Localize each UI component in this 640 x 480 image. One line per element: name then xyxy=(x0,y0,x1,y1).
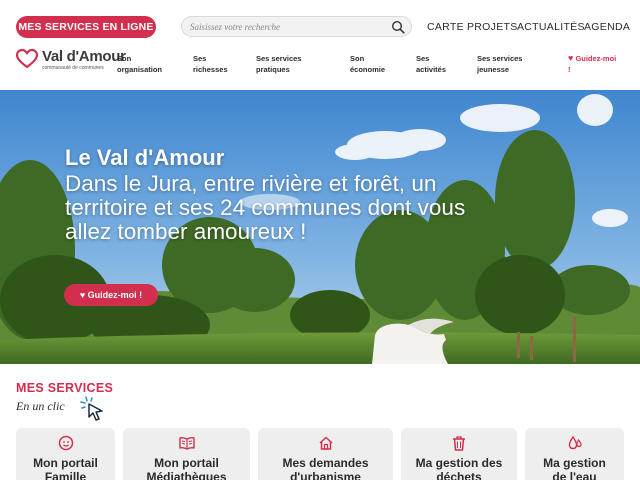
nav-guide-link[interactable]: ♥ Guidez-moi ! xyxy=(568,53,616,75)
site-header: MES SERVICES EN LIGNE CARTE PROJETS ACTU… xyxy=(0,0,640,90)
service-card-urbanisme[interactable]: Mes demandes d'urbanisme xyxy=(258,428,393,480)
nav-line: économie xyxy=(350,65,386,74)
family-icon xyxy=(58,435,73,451)
topnav-link-projets[interactable]: PROJETS xyxy=(467,21,518,33)
nav-item-activites[interactable]: Ses activités xyxy=(416,53,446,75)
heart-icon: ♥ xyxy=(79,290,86,300)
trash-icon xyxy=(453,436,465,451)
topnav-link-actualites[interactable]: ACTUALITÉS xyxy=(517,21,585,33)
logo-tagline: communauté de communes xyxy=(42,65,104,71)
nav-line: Son xyxy=(350,54,365,63)
nav-line: Son xyxy=(117,54,132,63)
nav-line: jeunesse xyxy=(477,65,510,74)
card-label: Ma gestion des déchets xyxy=(401,456,517,480)
card-label: Ma gestion de l'eau xyxy=(525,456,624,480)
click-pointer-icon xyxy=(80,396,103,421)
nav-item-organisation[interactable]: Son organisation xyxy=(117,53,162,75)
water-drop-icon xyxy=(568,435,582,450)
card-label-line: Ma gestion xyxy=(543,456,606,470)
nav-line: Ses services xyxy=(477,54,523,63)
hero-subtitle: Dans le Jura, entre rivière et forêt, un… xyxy=(65,171,466,244)
card-label-line: Ma gestion des xyxy=(415,456,503,470)
guide-label-end: ! xyxy=(568,65,571,74)
hero-guide-button[interactable]: ♥ Guidez-moi ! xyxy=(64,284,158,306)
card-label-line: Mon portail xyxy=(33,456,98,470)
site-logo[interactable]: Val d'Amour communauté de communes xyxy=(16,48,126,74)
nav-line: organisation xyxy=(117,65,163,74)
nav-line: Ses xyxy=(193,54,207,63)
service-card-mediatheques[interactable]: Mon portail Médiathèques xyxy=(123,428,250,480)
card-label-line: de l'eau xyxy=(552,470,597,480)
card-label-line: d'urbanisme xyxy=(290,470,361,480)
services-heading: MES SERVICES xyxy=(16,381,114,395)
nav-item-economie[interactable]: Son économie xyxy=(350,53,385,75)
nav-line: activités xyxy=(416,65,447,74)
card-label-line: Médiathèques xyxy=(146,470,227,480)
online-services-button[interactable]: MES SERVICES EN LIGNE xyxy=(16,16,156,38)
service-card-eau[interactable]: Ma gestion de l'eau xyxy=(525,428,624,480)
services-subheading: En un clic xyxy=(16,399,65,413)
nav-item-jeunesse[interactable]: Ses services jeunesse xyxy=(477,53,522,75)
card-label-line: Mes demandes xyxy=(282,456,369,470)
logo-name: Val d'Amour xyxy=(42,48,126,65)
nav-line: Ses xyxy=(416,54,430,63)
search-icon[interactable] xyxy=(391,20,405,34)
search-input[interactable] xyxy=(190,19,385,35)
service-card-dechets[interactable]: Ma gestion des déchets xyxy=(401,428,517,480)
hero-guide-label: Guidez-moi ! xyxy=(87,290,143,300)
card-label-line: Famille xyxy=(44,470,87,480)
card-label-line: Mon portail xyxy=(154,456,219,470)
heart-logo-icon xyxy=(16,49,38,69)
card-label: Mon portail Médiathèques xyxy=(123,456,250,480)
hero-banner: Le Val d'Amour Dans le Jura, entre riviè… xyxy=(0,90,640,364)
nav-line: pratiques xyxy=(256,65,290,74)
house-icon xyxy=(318,436,333,450)
hero-title: Le Val d'Amour xyxy=(65,145,225,170)
book-icon xyxy=(178,436,195,450)
card-label: Mon portail Famille xyxy=(16,456,115,480)
topnav-link-agenda[interactable]: AGENDA xyxy=(584,21,630,33)
nav-item-services-pratiques[interactable]: Ses services pratiques xyxy=(256,53,301,75)
service-card-famille[interactable]: Mon portail Famille xyxy=(16,428,115,480)
heart-icon: ♥ xyxy=(568,53,574,63)
nav-item-richesses[interactable]: Ses richesses xyxy=(193,53,228,75)
nav-line: Ses services xyxy=(256,54,302,63)
guide-label: Guidez-moi xyxy=(575,54,617,63)
topnav-link-carte[interactable]: CARTE xyxy=(427,21,464,33)
search-bar xyxy=(181,16,412,37)
nav-line: richesses xyxy=(193,65,228,74)
card-label: Mes demandes d'urbanisme xyxy=(258,456,393,480)
card-label-line: déchets xyxy=(436,470,482,480)
